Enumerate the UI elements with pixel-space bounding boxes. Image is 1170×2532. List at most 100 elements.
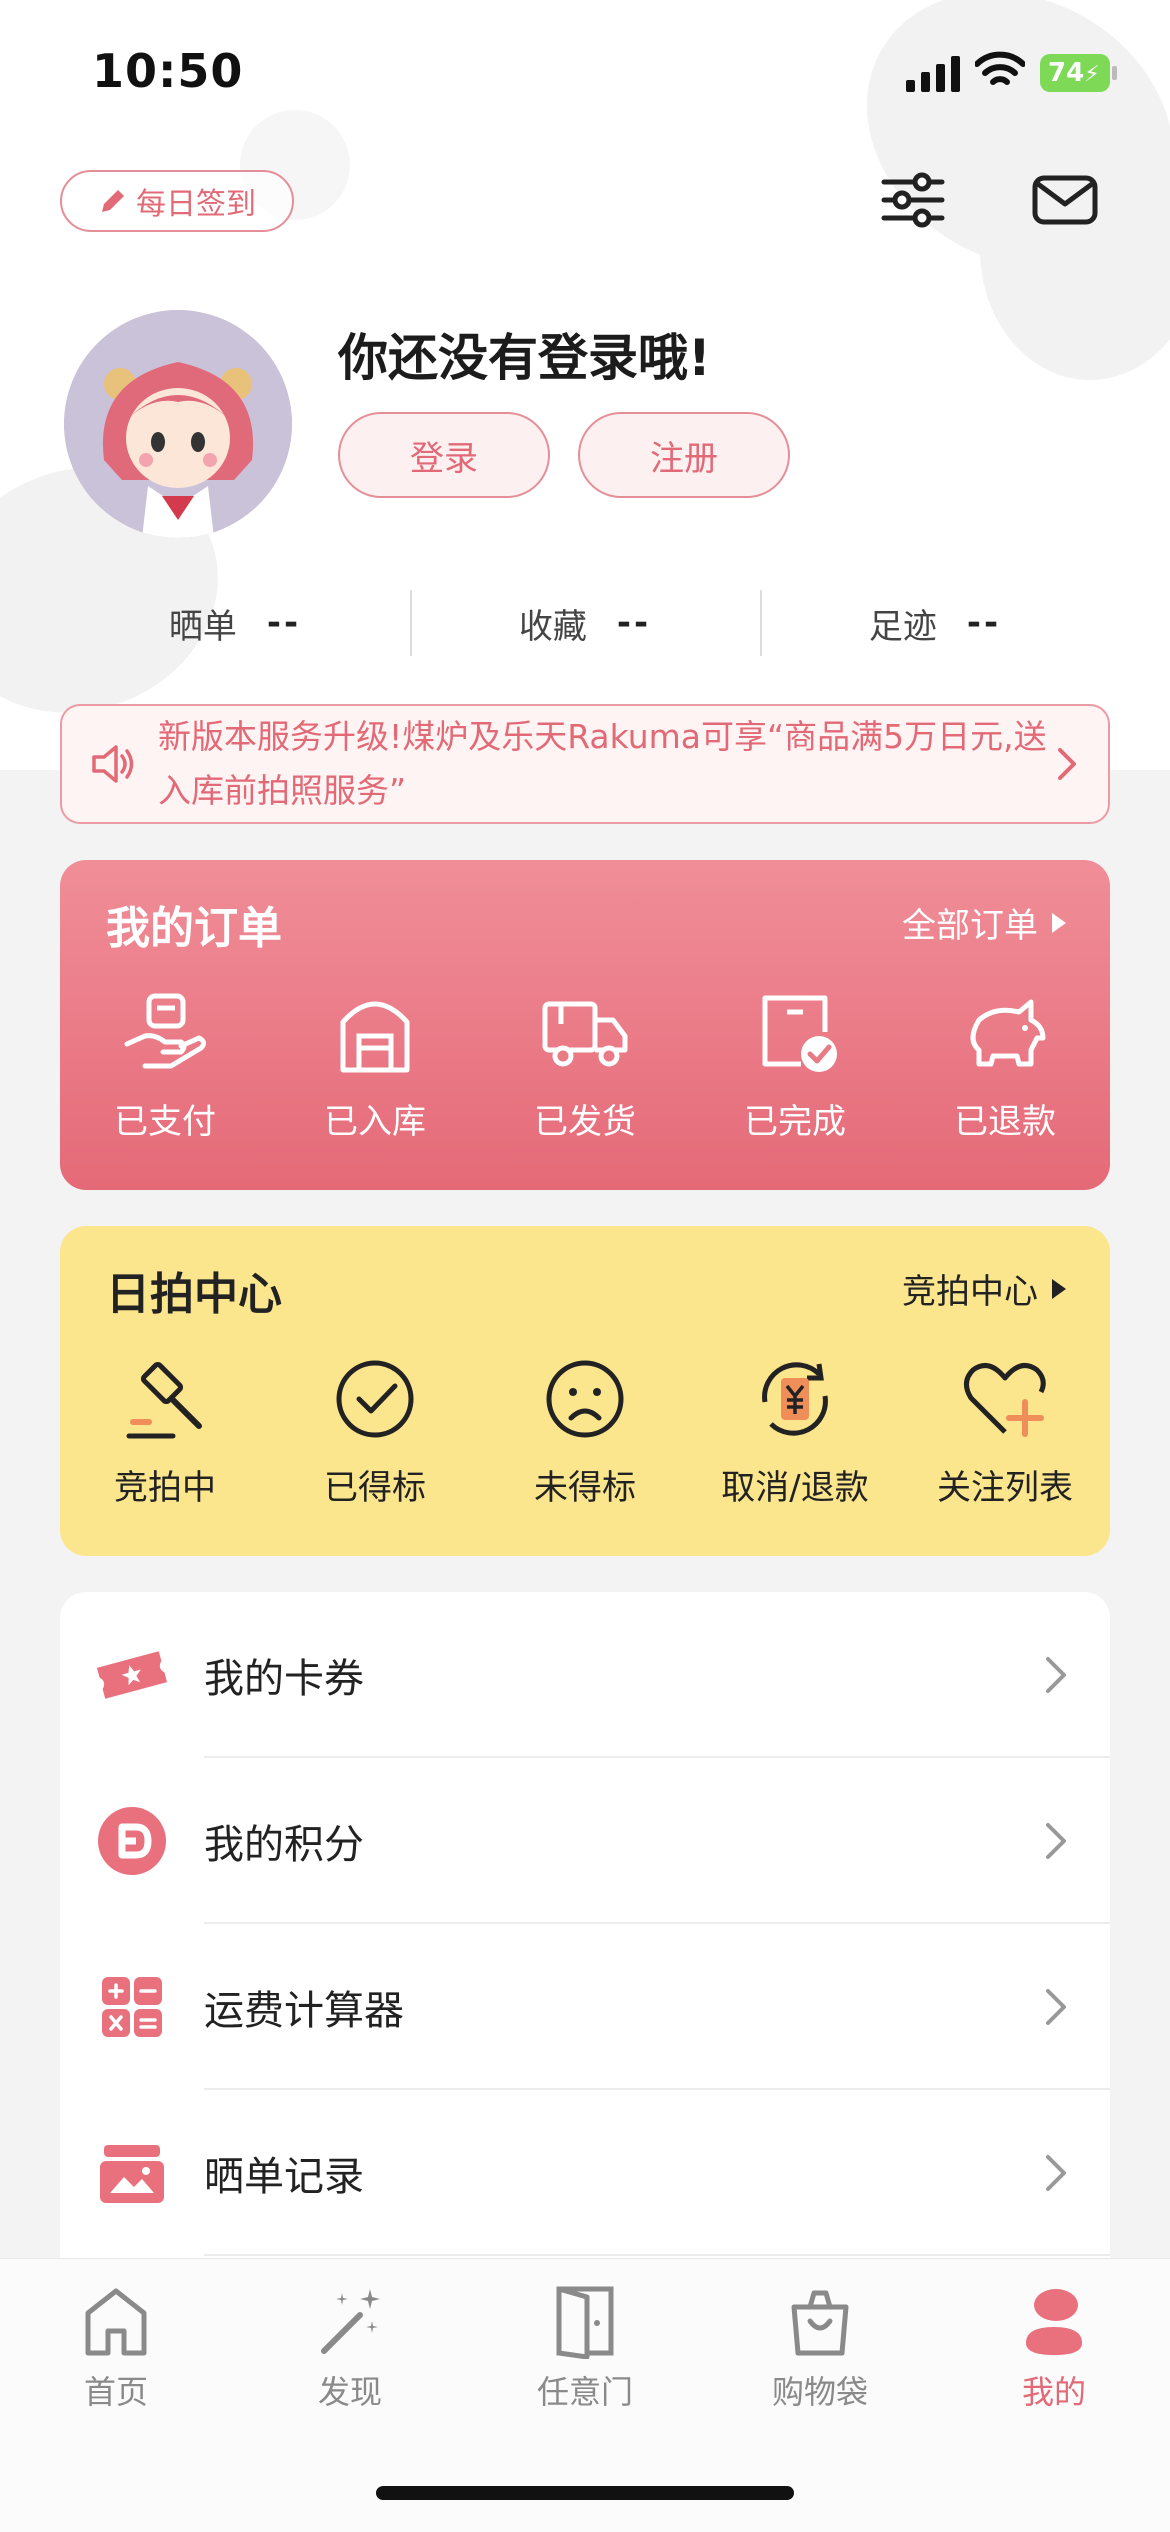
pencil-icon bbox=[102, 190, 124, 212]
chevron-right-icon bbox=[1046, 2155, 1066, 2191]
battery-indicator: 74⚡ bbox=[1040, 54, 1117, 92]
gavel-icon bbox=[126, 1361, 202, 1439]
avatar[interactable] bbox=[64, 310, 292, 538]
order-status-label: 已发货 bbox=[534, 1102, 636, 1142]
auction-title: 日拍中心 bbox=[106, 1269, 282, 1320]
piggy-bank-icon bbox=[970, 999, 1046, 1067]
menu-item-points[interactable]: 我的积分 bbox=[60, 1758, 1110, 1924]
order-status-label: 已支付 bbox=[114, 1102, 216, 1142]
home-icon bbox=[85, 2288, 147, 2356]
auction-status-label: 已得标 bbox=[324, 1468, 426, 1508]
login-button[interactable]: 登录 bbox=[338, 412, 550, 498]
tab-home[interactable]: 首页 bbox=[36, 2283, 196, 2413]
chevron-right-icon bbox=[1058, 748, 1076, 780]
order-status-label: 已入库 bbox=[324, 1102, 426, 1142]
home-indicator[interactable] bbox=[376, 2486, 794, 2500]
charging-bolt-icon: ⚡ bbox=[1084, 62, 1100, 87]
shopping-bag-icon bbox=[791, 2290, 849, 2356]
truck-icon bbox=[542, 1001, 628, 1067]
auction-watchlist[interactable]: 关注列表 bbox=[900, 1356, 1110, 1509]
door-icon bbox=[556, 2286, 614, 2359]
menu-item-coupons[interactable]: 我的卡券 bbox=[60, 1592, 1110, 1758]
warehouse-icon bbox=[340, 1001, 410, 1073]
menu-item-label: 我的卡券 bbox=[204, 1656, 364, 1702]
order-status-shipped[interactable]: 已发货 bbox=[480, 990, 690, 1143]
tab-label: 任意门 bbox=[536, 2373, 633, 2411]
menu-item-shipping-calculator[interactable]: 运费计算器 bbox=[60, 1924, 1110, 2090]
status-bar: 10:50 74⚡ bbox=[0, 0, 1170, 150]
auction-status-label: 竞拍中 bbox=[114, 1468, 216, 1508]
my-orders-card: 我的订单 全部订单 已支付 已入库 已发货 已完成 已退款 bbox=[60, 860, 1110, 1190]
order-status-label: 已完成 bbox=[744, 1102, 846, 1142]
auction-center-card: 日拍中心 竞拍中心 竞拍中 已得标 未得标 取消/退款 关注列表 bbox=[60, 1226, 1110, 1556]
stat-favorites[interactable]: 收藏 -- bbox=[410, 590, 760, 656]
register-button[interactable]: 注册 bbox=[578, 412, 790, 498]
auction-status-label: 取消/退款 bbox=[721, 1468, 869, 1508]
announcement-text: 新版本服务升级!煤炉及乐天Rakuma可享“商品满5万日元,送入库前拍照服务” bbox=[158, 717, 1047, 810]
all-orders-link[interactable]: 全部订单 bbox=[902, 898, 1068, 947]
order-status-completed[interactable]: 已完成 bbox=[690, 990, 900, 1143]
stat-posts[interactable]: 晒单 -- bbox=[60, 590, 410, 656]
points-icon bbox=[98, 1807, 166, 1875]
tab-label: 发现 bbox=[317, 2373, 382, 2411]
tab-label: 我的 bbox=[1021, 2373, 1086, 2411]
order-status-label: 已退款 bbox=[954, 1102, 1056, 1142]
tab-label: 购物袋 bbox=[771, 2373, 868, 2411]
stat-history[interactable]: 足迹 -- bbox=[760, 590, 1110, 656]
tab-label: 首页 bbox=[83, 2373, 148, 2411]
auction-status-label: 未得标 bbox=[534, 1468, 636, 1508]
orders-title: 我的订单 bbox=[106, 903, 282, 954]
chevron-right-icon bbox=[1046, 1657, 1066, 1693]
heart-plus-icon bbox=[964, 1363, 1046, 1437]
profile-icon bbox=[1026, 2289, 1082, 2355]
tab-discover[interactable]: 发现 bbox=[270, 2283, 430, 2413]
wifi-icon bbox=[975, 51, 1025, 85]
all-orders-label: 全部订单 bbox=[902, 906, 1038, 946]
sad-face-icon bbox=[546, 1360, 624, 1438]
triangle-right-icon bbox=[1052, 912, 1066, 933]
daily-checkin-button[interactable]: 每日签到 bbox=[60, 170, 294, 232]
calculator-icon bbox=[102, 1977, 162, 2037]
tab-profile[interactable]: 我的 bbox=[974, 2283, 1134, 2413]
stat-label: 足迹 bbox=[868, 606, 937, 647]
status-time: 10:50 bbox=[92, 44, 244, 98]
completed-box-icon bbox=[762, 995, 837, 1072]
order-status-refunded[interactable]: 已退款 bbox=[900, 990, 1110, 1143]
bidding-center-link[interactable]: 竞拍中心 bbox=[902, 1264, 1068, 1313]
chevron-right-icon bbox=[1046, 1989, 1066, 2025]
auction-status-refund[interactable]: 取消/退款 bbox=[690, 1356, 900, 1509]
paid-hand-icon bbox=[124, 993, 207, 1069]
speaker-icon bbox=[92, 745, 134, 783]
sliders-icon[interactable] bbox=[878, 168, 948, 232]
menu-item-label: 晒单记录 bbox=[204, 2154, 364, 2200]
daily-checkin-label: 每日签到 bbox=[136, 187, 256, 222]
anime-girl-avatar-image bbox=[64, 310, 292, 538]
magic-wand-icon bbox=[321, 2289, 380, 2354]
check-circle-icon bbox=[336, 1360, 414, 1438]
stat-label: 晒单 bbox=[168, 606, 237, 647]
stat-label: 收藏 bbox=[518, 606, 587, 647]
announcement-banner[interactable]: 新版本服务升级!煤炉及乐天Rakuma可享“商品满5万日元,送入库前拍照服务” bbox=[60, 704, 1110, 824]
auction-status-bidding[interactable]: 竞拍中 bbox=[60, 1356, 270, 1509]
tab-shopping-bag[interactable]: 购物袋 bbox=[740, 2283, 900, 2413]
menu-list: 我的卡券 我的积分 运费计算器 晒单记录 bbox=[60, 1592, 1110, 2292]
order-status-paid[interactable]: 已支付 bbox=[60, 990, 270, 1143]
coupon-icon bbox=[96, 1651, 168, 1699]
auction-status-won[interactable]: 已得标 bbox=[270, 1356, 480, 1509]
auction-status-label: 关注列表 bbox=[937, 1468, 1073, 1508]
stat-value: -- bbox=[616, 603, 652, 643]
menu-item-photo-records[interactable]: 晒单记录 bbox=[60, 2090, 1110, 2256]
mail-icon[interactable] bbox=[1030, 168, 1100, 232]
triangle-right-icon bbox=[1052, 1278, 1066, 1299]
auction-status-lost[interactable]: 未得标 bbox=[480, 1356, 690, 1509]
bidding-center-label: 竞拍中心 bbox=[902, 1272, 1038, 1312]
tab-anywhere-door[interactable]: 任意门 bbox=[505, 2283, 665, 2413]
chevron-right-icon bbox=[1046, 1823, 1066, 1859]
divider bbox=[204, 2254, 1110, 2256]
menu-item-label: 我的积分 bbox=[204, 1822, 364, 1868]
refund-yen-icon bbox=[762, 1362, 828, 1436]
order-status-stored[interactable]: 已入库 bbox=[270, 990, 480, 1143]
cellular-signal-icon bbox=[906, 56, 960, 92]
menu-item-label: 运费计算器 bbox=[204, 1988, 404, 2034]
login-prompt-title: 你还没有登录哦! bbox=[338, 329, 711, 387]
